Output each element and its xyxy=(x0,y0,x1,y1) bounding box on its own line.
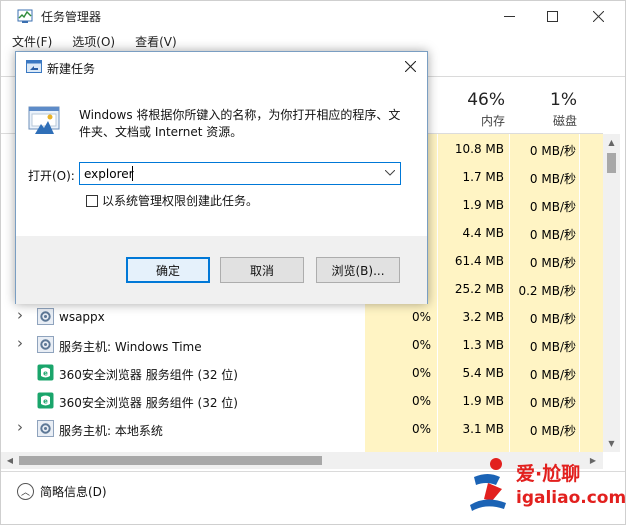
chevron-right-icon[interactable]: › xyxy=(17,418,27,436)
chevron-right-icon[interactable]: › xyxy=(17,334,27,352)
cancel-button[interactable]: 取消 xyxy=(220,257,304,283)
memory-value: 25.2 MB xyxy=(454,282,504,296)
admin-checkbox-row[interactable]: 以系统管理权限创建此任务。 xyxy=(86,192,258,209)
dialog-title-bar[interactable]: 新建任务 xyxy=(16,52,427,82)
text-caret xyxy=(132,166,133,181)
chevron-right-icon[interactable]: › xyxy=(17,306,27,324)
disk-value: 0 MB/秒 xyxy=(529,396,576,410)
scroll-left-icon[interactable]: ◀ xyxy=(3,452,17,469)
disk-value: 0 MB/秒 xyxy=(529,200,576,214)
close-icon xyxy=(404,60,416,73)
memory-value: 3.1 MB xyxy=(462,422,504,436)
disk-value: 0 MB/秒 xyxy=(529,228,576,242)
table-row[interactable]: e 360安全浏览器 服务组件 (32 位) 0% 5.4 MB 0 MB/秒 xyxy=(1,359,603,387)
memory-percent: 46% xyxy=(467,90,505,110)
watermark-url: igaliao.com xyxy=(516,488,626,508)
memory-value: 1.7 MB xyxy=(462,170,504,184)
process-name: 服务主机: 本地系统 xyxy=(59,424,163,438)
table-row[interactable]: › wsappx 0% 3.2 MB 0 MB/秒 xyxy=(1,303,603,331)
close-button[interactable] xyxy=(575,1,621,31)
vertical-scrollbar[interactable]: ▲ ▼ xyxy=(603,134,620,452)
cpu-value: 0% xyxy=(411,422,431,436)
memory-value: 5.4 MB xyxy=(462,366,504,380)
process-name: 360安全浏览器 服务组件 (32 位) xyxy=(59,368,238,382)
window-title: 任务管理器 xyxy=(41,10,102,24)
ok-button[interactable]: 确定 xyxy=(126,257,210,283)
disk-value: 0 MB/秒 xyxy=(529,424,576,438)
run-icon xyxy=(26,60,42,73)
table-row[interactable]: e 360安全浏览器 服务组件 (32 位) 0% 1.9 MB 0 MB/秒 xyxy=(1,387,603,415)
watermark-chinese: 爱·尬聊 xyxy=(516,463,581,485)
disk-value: 0 MB/秒 xyxy=(529,144,576,158)
process-name: 服务主机: Windows Time xyxy=(59,340,202,354)
svg-text:e: e xyxy=(43,370,48,378)
open-input[interactable] xyxy=(84,165,374,182)
maximize-button[interactable] xyxy=(529,1,575,31)
fewer-details-button[interactable]: ︿ 简略信息(D) xyxy=(17,483,107,500)
table-row[interactable]: › 服务主机: Windows Time 0% 1.3 MB 0 MB/秒 xyxy=(1,331,603,359)
memory-label: 内存 xyxy=(480,114,505,128)
memory-value: 10.8 MB xyxy=(454,142,504,156)
admin-checkbox-label[interactable]: 以系统管理权限创建此任务。 xyxy=(102,192,258,209)
fewer-details-label: 简略信息(D) xyxy=(40,485,107,499)
watermark: 爱·尬聊 igaliao.com xyxy=(466,455,626,521)
column-header-memory[interactable]: 46% 内存 xyxy=(437,90,505,129)
scroll-up-icon[interactable]: ▲ xyxy=(603,134,620,151)
dialog-close-button[interactable] xyxy=(401,58,419,76)
open-combobox[interactable] xyxy=(79,162,401,185)
dialog-button-bar: 确定 取消 浏览(B)... xyxy=(16,236,427,304)
task-manager-icon xyxy=(17,9,33,23)
table-row[interactable]: › 服务主机: 本地系统 0% 3.1 MB 0 MB/秒 xyxy=(1,415,603,443)
memory-value: 3.2 MB xyxy=(462,310,504,324)
disk-value: 0 MB/秒 xyxy=(529,312,576,326)
vertical-scroll-thumb[interactable] xyxy=(607,153,616,173)
disk-value: 0 MB/秒 xyxy=(529,368,576,382)
create-new-task-dialog: 新建任务 Windows 将根据你所键入的名称，为你打开相应的程序、文件夹、文档… xyxy=(15,51,428,304)
process-name: wsappx xyxy=(59,310,105,324)
gear-icon xyxy=(37,308,54,325)
browser-360-icon: e xyxy=(37,364,54,381)
memory-value: 1.9 MB xyxy=(462,394,504,408)
disk-percent: 1% xyxy=(550,90,577,110)
browse-button[interactable]: 浏览(B)... xyxy=(316,257,400,283)
column-header-disk[interactable]: 1% 磁盘 xyxy=(513,90,577,129)
title-bar[interactable]: 任务管理器 xyxy=(1,1,625,31)
memory-value: 61.4 MB xyxy=(454,254,504,268)
chevron-up-icon: ︿ xyxy=(17,483,34,500)
open-label: 打开(O): xyxy=(28,169,75,183)
disk-value: 0 MB/秒 xyxy=(529,256,576,270)
menu-view[interactable]: 查看(V) xyxy=(132,33,180,51)
chevron-down-icon[interactable] xyxy=(382,165,398,182)
dialog-title: 新建任务 xyxy=(47,62,96,76)
cpu-value: 0% xyxy=(411,394,431,408)
memory-value: 1.3 MB xyxy=(462,338,504,352)
disk-value: 0.2 MB/秒 xyxy=(518,284,576,298)
disk-value: 0 MB/秒 xyxy=(529,340,576,354)
browser-360-icon: e xyxy=(37,392,54,409)
dialog-description: Windows 将根据你所键入的名称，为你打开相应的程序、文件夹、文档或 Int… xyxy=(79,108,401,139)
run-program-icon xyxy=(28,106,60,134)
disk-label: 磁盘 xyxy=(552,114,577,128)
watermark-logo-icon xyxy=(470,458,506,511)
horizontal-scroll-thumb[interactable] xyxy=(19,456,322,465)
disk-value: 0 MB/秒 xyxy=(529,172,576,186)
minimize-icon xyxy=(503,15,515,17)
cpu-value: 0% xyxy=(411,338,431,352)
admin-checkbox[interactable] xyxy=(86,194,98,207)
gear-icon xyxy=(37,420,54,437)
memory-value: 4.4 MB xyxy=(462,226,504,240)
menu-bar: 文件(F) 选项(O) 查看(V) xyxy=(9,33,180,51)
cpu-value: 0% xyxy=(411,366,431,380)
cpu-value: 0% xyxy=(411,310,431,324)
close-icon xyxy=(592,10,604,22)
minimize-button[interactable] xyxy=(486,1,532,31)
memory-value: 1.9 MB xyxy=(462,198,504,212)
menu-options[interactable]: 选项(O) xyxy=(69,33,118,51)
maximize-icon xyxy=(546,10,558,22)
menu-file[interactable]: 文件(F) xyxy=(9,33,55,51)
gear-icon xyxy=(37,336,54,353)
svg-text:e: e xyxy=(43,398,48,406)
scroll-down-icon[interactable]: ▼ xyxy=(603,435,620,452)
process-name: 360安全浏览器 服务组件 (32 位) xyxy=(59,396,238,410)
